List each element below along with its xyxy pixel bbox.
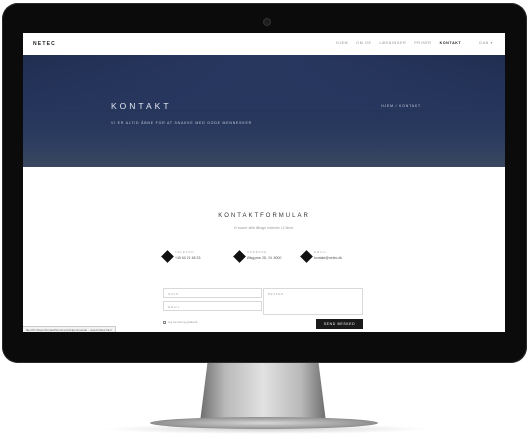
- mail-icon: [300, 250, 313, 263]
- info-value: +45 60 21 68 33: [175, 256, 201, 260]
- contact-info-email: EMAIL kontakt@netec.dk: [300, 250, 342, 263]
- page-title: KONTAKT: [111, 101, 172, 111]
- message-placeholder: BESKED: [268, 292, 284, 296]
- breadcrumb[interactable]: HJEM / KONTAKT: [381, 104, 421, 108]
- send-message-button[interactable]: SEND BESKED: [316, 319, 363, 329]
- location-icon: [233, 250, 246, 263]
- monitor-base: [150, 417, 378, 429]
- nav-item-solutions[interactable]: LØSNINGER: [379, 41, 406, 45]
- hero-banner: KONTAKT VI ER ALTID ÅBNE FOR AT SNAKKE M…: [23, 55, 505, 167]
- nav-item-contact[interactable]: KONTAKT: [440, 41, 462, 45]
- email-field[interactable]: EMAIL: [163, 301, 262, 311]
- nav-item-home[interactable]: HJEM: [336, 41, 348, 45]
- terms-label: Jeg har læst og godkendt: [168, 321, 198, 324]
- terms-checkbox[interactable]: [163, 321, 166, 324]
- info-label: EMAIL: [314, 250, 328, 254]
- browser-status-bar: file:///C:/Users/Jonas/Documents/Hjemmes…: [23, 326, 116, 332]
- contact-info-phone: TELEFON +45 60 21 68 33: [161, 250, 201, 263]
- main-nav: HJEM OM OS LØSNINGER PRISER KONTAKT DAN …: [336, 41, 493, 45]
- phone-icon: [161, 250, 174, 263]
- language-selector[interactable]: DAN ▾: [479, 41, 493, 45]
- info-label: ADRESSE: [247, 250, 267, 254]
- monitor-stand: [200, 362, 326, 422]
- info-value: Ølsgyrne 2D, St. 8000: [247, 256, 282, 260]
- site-navbar: NETEC HJEM OM OS LØSNINGER PRISER KONTAK…: [23, 33, 505, 55]
- email-placeholder: EMAIL: [168, 305, 181, 309]
- terms-checkbox-row: Jeg har læst og godkendt: [163, 321, 197, 324]
- contact-form-subtitle: Vi svarer altid tilbage indenfor 12 time…: [233, 226, 295, 230]
- website-screen: NETEC HJEM OM OS LØSNINGER PRISER KONTAK…: [23, 33, 505, 332]
- nav-item-pricing[interactable]: PRISER: [414, 41, 431, 45]
- nav-item-about[interactable]: OM OS: [356, 41, 371, 45]
- camera-icon: [264, 19, 270, 25]
- message-field[interactable]: BESKED: [263, 288, 363, 315]
- info-label: TELEFON: [175, 250, 195, 254]
- contact-info-address: ADRESSE Ølsgyrne 2D, St. 8000: [233, 250, 282, 263]
- site-logo[interactable]: NETEC: [33, 41, 56, 47]
- hero-subtitle: VI ER ALTID ÅBNE FOR AT SNAKKE MED GODE …: [111, 121, 252, 125]
- name-placeholder: NAVN: [168, 292, 179, 296]
- contact-form-title: KONTAKTFORMULAR: [218, 213, 310, 219]
- info-value[interactable]: kontakt@netec.dk: [314, 256, 342, 260]
- name-field[interactable]: NAVN: [163, 288, 262, 298]
